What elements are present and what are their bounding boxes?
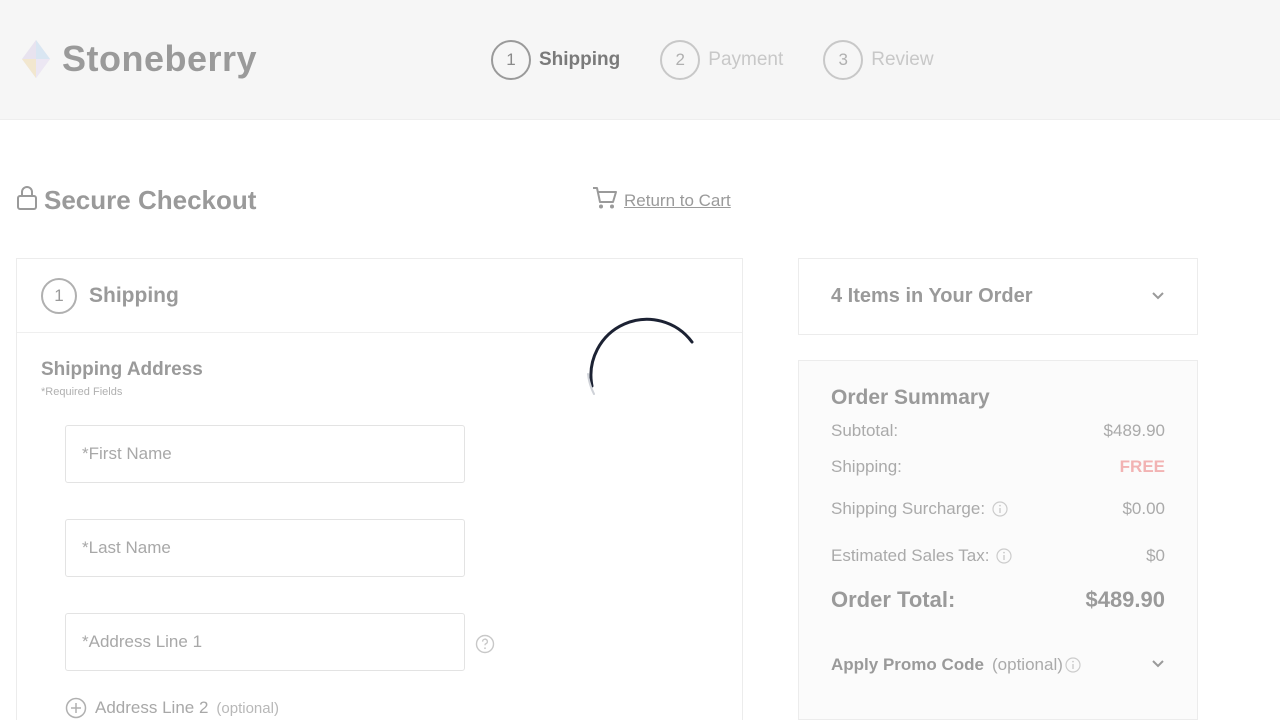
promo-label-group: Apply Promo Code (optional)	[831, 655, 1081, 675]
order-items-toggle[interactable]: 4 Items in Your Order	[798, 258, 1198, 335]
shipping-label: Shipping:	[831, 457, 902, 476]
surcharge-row: Shipping Surcharge: $0.00	[831, 499, 1165, 519]
order-total-value: $489.90	[1085, 587, 1165, 612]
info-icon[interactable]	[996, 548, 1013, 564]
plus-circle-icon	[65, 697, 87, 719]
surcharge-label: Shipping Surcharge:	[831, 499, 986, 518]
info-icon[interactable]	[992, 501, 1008, 517]
shipping-value: FREE	[1119, 457, 1165, 476]
sales-tax-label-group: Estimated Sales Tax:	[831, 546, 1013, 566]
chevron-down-icon	[1151, 288, 1165, 306]
info-icon[interactable]	[1065, 657, 1081, 673]
step-payment: 2 Payment	[660, 40, 783, 80]
step-label: Payment	[708, 49, 784, 70]
shipping-step-number: 1	[41, 277, 77, 314]
brand-name: Stoneberry	[62, 38, 258, 79]
step-review: 3 Review	[823, 40, 934, 80]
chevron-down-icon	[1151, 656, 1165, 674]
sales-tax-value: $0	[1146, 546, 1165, 565]
checkout-steps: 1 Shipping 2 Payment 3 Review	[491, 40, 974, 80]
address-line1-input[interactable]	[65, 613, 465, 671]
order-summary-title: Order Summary	[831, 386, 990, 409]
order-items-title: 4 Items in Your Order	[831, 285, 1033, 307]
return-to-cart-label[interactable]: Return to Cart	[624, 191, 731, 211]
step-label: Shipping	[539, 49, 621, 70]
loading-spinner-icon	[587, 317, 694, 395]
shipping-address-title: Shipping Address	[41, 359, 203, 380]
required-fields-note: *Required Fields	[41, 386, 123, 398]
sales-tax-label: Estimated Sales Tax:	[831, 546, 990, 565]
subtotal-value: $489.90	[1103, 421, 1165, 440]
order-total-label: Order Total:	[831, 587, 956, 612]
order-summary-panel: Order Summary Subtotal: $489.90 Shipping…	[798, 360, 1198, 720]
brand-logo[interactable]: Stoneberry	[18, 38, 257, 80]
add-address-line2-button[interactable]: Address Line 2 (optional)	[65, 697, 279, 719]
checkout-header: Stoneberry 1 Shipping 2 Payment 3 Review	[0, 0, 1280, 120]
promo-code-label: Apply Promo Code	[831, 655, 985, 674]
help-circle-icon[interactable]	[475, 634, 495, 654]
order-total-row: Order Total: $489.90	[831, 587, 1165, 613]
cart-icon	[592, 186, 618, 215]
step-shipping: 1 Shipping	[491, 40, 620, 80]
step-number: 1	[491, 40, 531, 80]
return-to-cart-link[interactable]: Return to Cart	[592, 186, 731, 215]
step-number: 2	[660, 40, 701, 80]
brand-logo-icon	[22, 40, 50, 78]
sales-tax-row: Estimated Sales Tax: $0	[831, 546, 1165, 566]
shipping-panel-title: Shipping	[89, 283, 179, 307]
subtotal-row: Subtotal: $489.90	[831, 421, 1165, 441]
address-line2-label: Address Line 2	[95, 698, 209, 717]
subtotal-label: Subtotal:	[831, 421, 899, 440]
step-number: 3	[823, 40, 864, 80]
shipping-row: Shipping: FREE	[831, 457, 1165, 477]
first-name-input[interactable]	[65, 425, 465, 483]
address-line2-optional: (optional)	[216, 699, 279, 717]
promo-code-toggle[interactable]: Apply Promo Code (optional)	[831, 655, 1165, 675]
surcharge-value: $0.00	[1122, 499, 1165, 518]
surcharge-label-group: Shipping Surcharge:	[831, 499, 1008, 519]
page-title-row: Secure Checkout	[16, 185, 256, 216]
last-name-input[interactable]	[65, 519, 465, 577]
step-label: Review	[871, 49, 934, 70]
promo-code-optional: (optional)	[992, 655, 1063, 674]
lock-icon	[16, 186, 38, 215]
page-title: Secure Checkout	[44, 185, 257, 215]
